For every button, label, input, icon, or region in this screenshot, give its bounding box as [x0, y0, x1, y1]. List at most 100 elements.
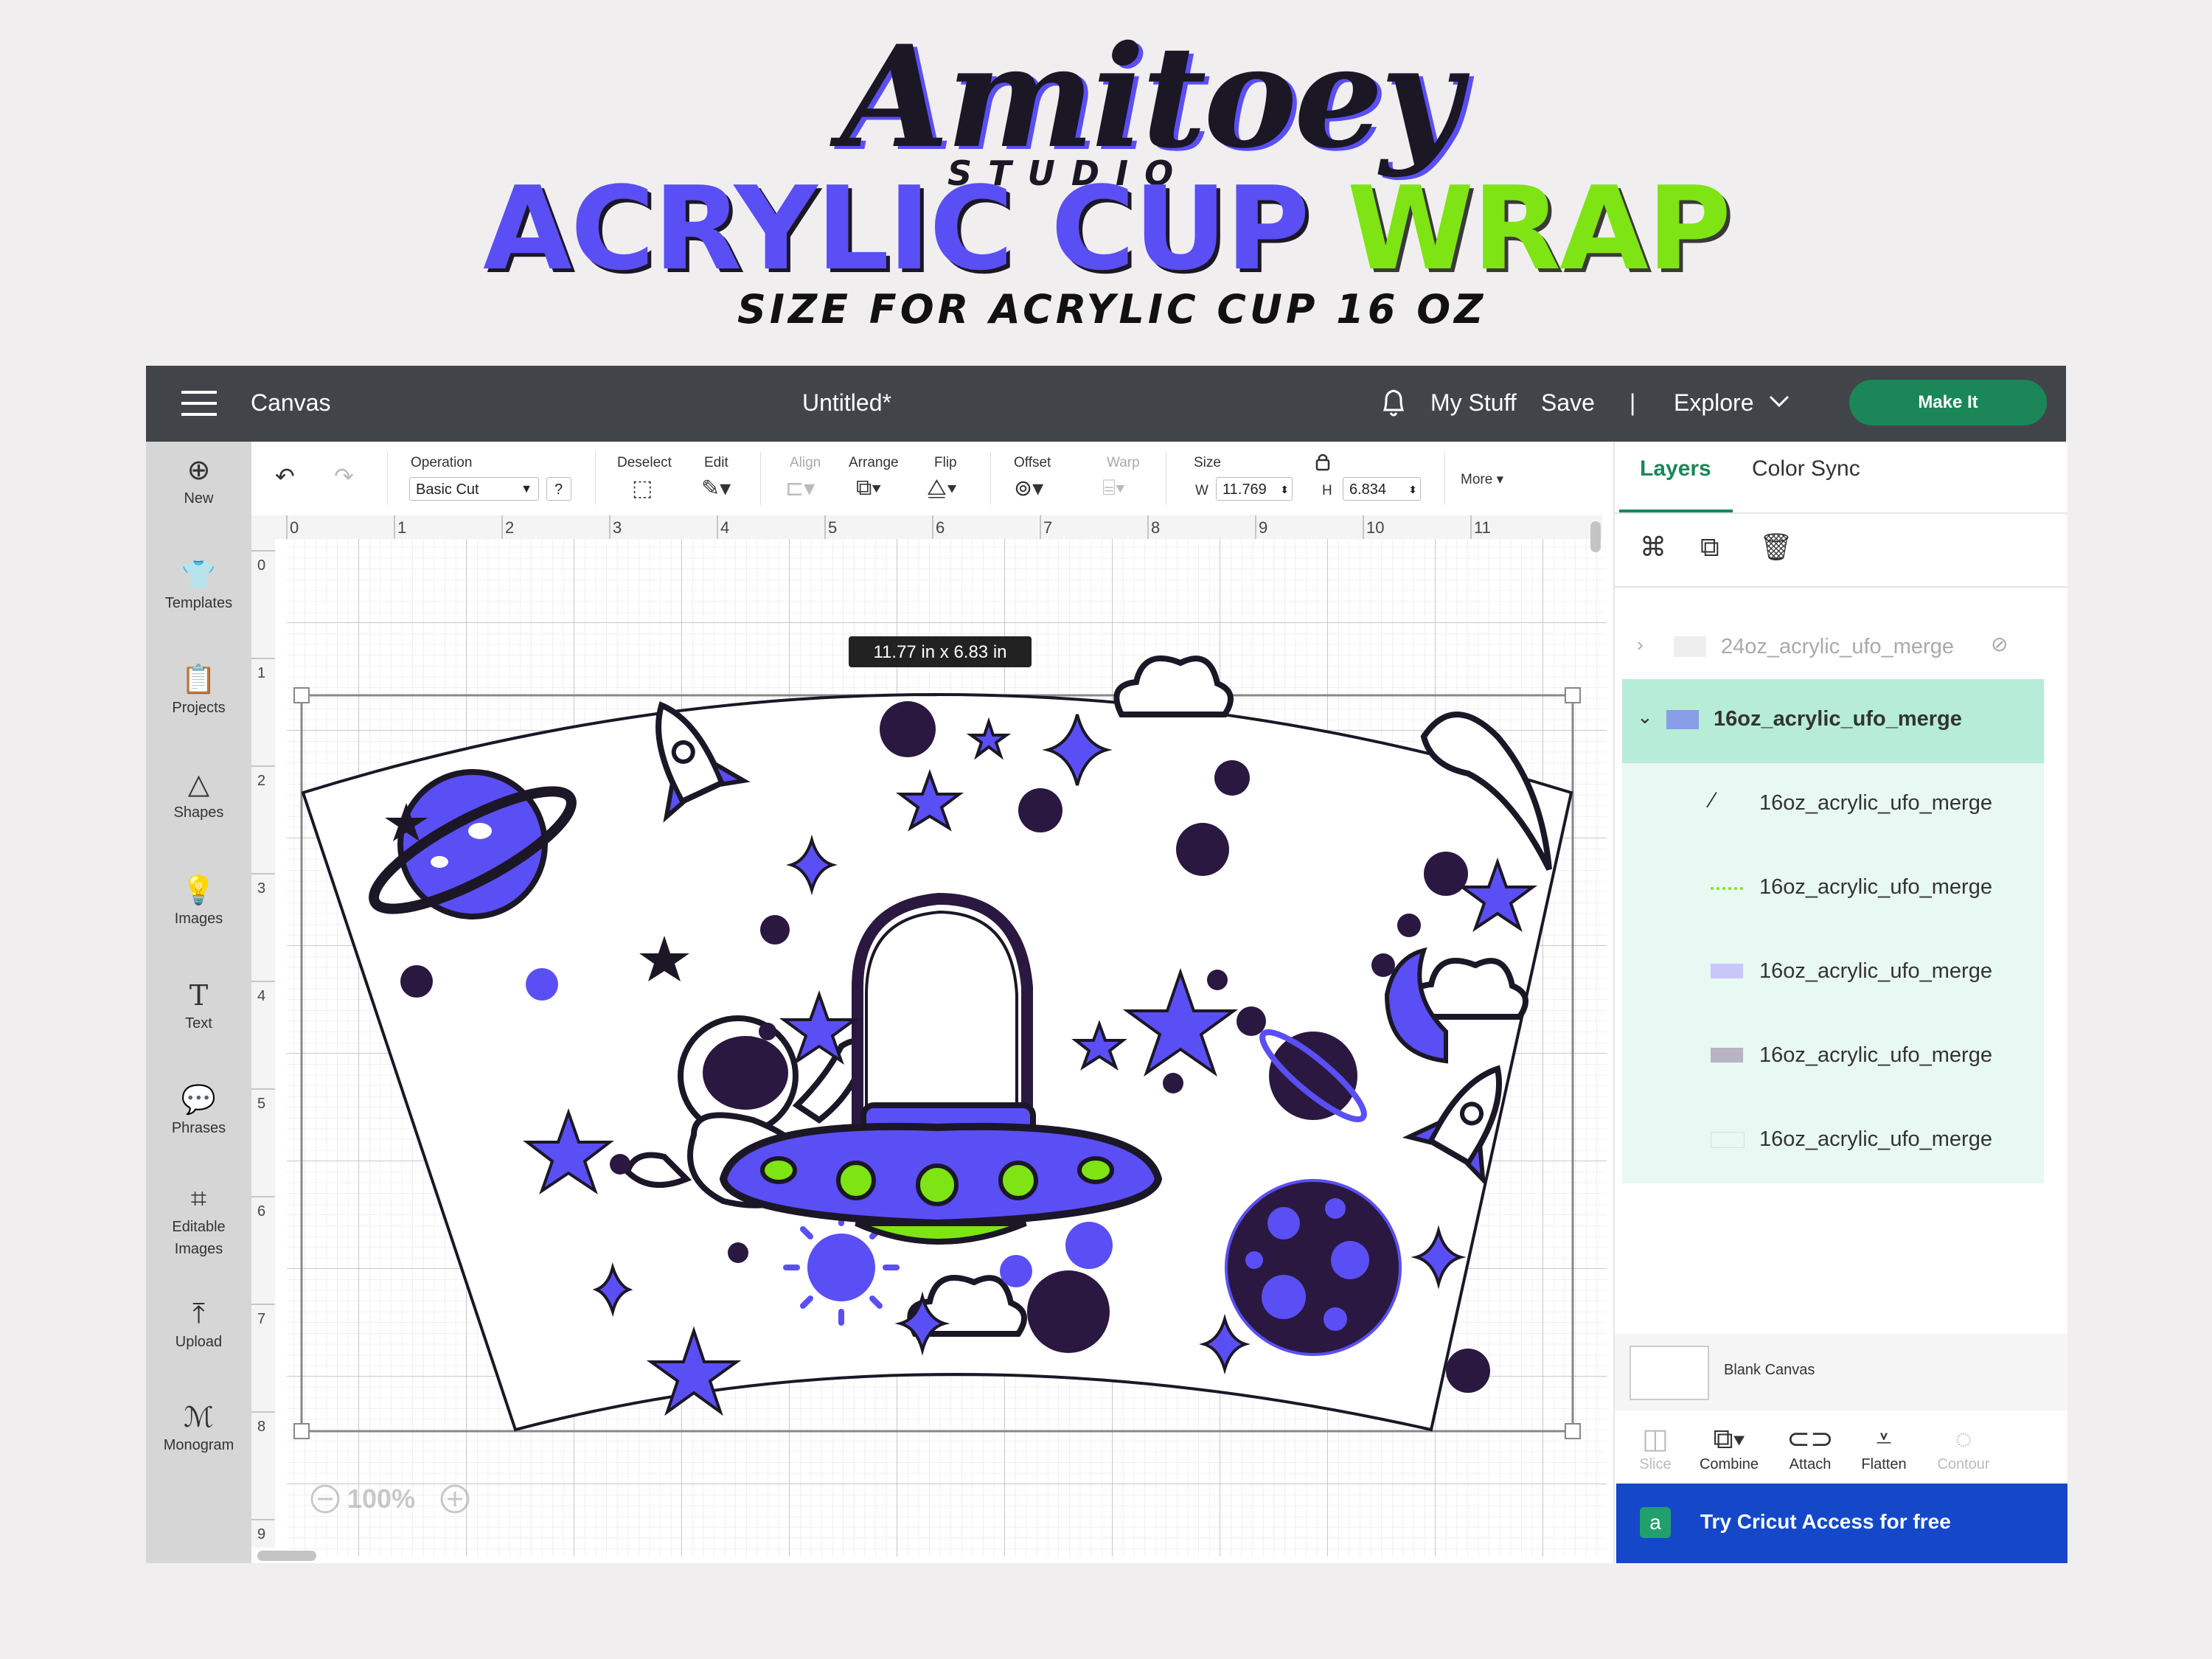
design-space-window: Canvas Untitled* My Stuff Save | Explore… [146, 366, 2067, 1563]
undo-icon[interactable]: ↶ [275, 462, 295, 490]
flatten-icon: ⩡ [1876, 1424, 1892, 1455]
combine-icon: ⧉▾ [1713, 1424, 1745, 1455]
layer-thumbnail [1674, 636, 1706, 657]
cricut-access-banner[interactable]: a Try Cricut Access for free [1616, 1484, 2067, 1563]
nav-editable-images[interactable]: ⌗ Editable Images [146, 1182, 251, 1260]
layer-name: 16oz_acrylic_ufo_merge [1759, 875, 1992, 899]
arrange-label: Arrange [849, 455, 899, 470]
nav-label: Templates [164, 595, 233, 611]
pencil-icon[interactable]: ✎▾ [701, 476, 731, 501]
hamburger-icon[interactable] [181, 391, 217, 416]
layer-child[interactable]: 16oz_acrylic_ufo_merge [1622, 847, 2035, 931]
top-bar: Canvas Untitled* My Stuff Save | Explore… [146, 366, 2066, 442]
cricut-access-cta: Try Cricut Access for free [1700, 1510, 1951, 1533]
upload-icon: ⤒ [192, 1298, 205, 1329]
tab-color-sync[interactable]: Color Sync [1752, 456, 1860, 481]
operation-select[interactable]: Basic Cut ▼ [409, 477, 539, 501]
layer-thumbnail [1666, 710, 1699, 729]
nav-shapes[interactable]: △ Shapes [146, 768, 251, 824]
nav-new[interactable]: ⊕ New [146, 453, 251, 509]
warp-icon[interactable]: ⌸▾ [1102, 476, 1125, 501]
height-label: H [1322, 483, 1332, 498]
flatten-button[interactable]: ⩡ Flatten [1843, 1422, 1924, 1473]
flip-icon[interactable]: ⧋▾ [927, 476, 957, 501]
resize-handle[interactable] [1565, 687, 1581, 703]
help-button[interactable]: ? [546, 477, 571, 501]
save-button[interactable]: Save [1541, 389, 1595, 417]
ruler-x-label: 2 [505, 518, 514, 537]
toolbar-divider [760, 452, 761, 505]
ruler-y-label: 2 [257, 773, 265, 789]
operation-value: Basic Cut [416, 481, 479, 498]
chevron-down-icon[interactable]: ⌄ [1637, 706, 1653, 728]
layer-hidden[interactable]: › 24oz_acrylic_ufo_merge ⊘ [1622, 607, 2035, 691]
width-input[interactable]: 11.769 ⬍ [1216, 477, 1293, 501]
height-input[interactable]: 6.834 ⬍ [1343, 477, 1421, 501]
blank-canvas-row[interactable]: Blank Canvas [1615, 1334, 2067, 1411]
slice-button[interactable]: ◫ Slice [1615, 1422, 1696, 1473]
design-canvas[interactable]: 0 1 2 3 4 5 6 7 8 9 10 11 0123456789 11.… [251, 515, 1613, 1563]
ribbon-label: Slice [1639, 1456, 1672, 1472]
hidden-eye-icon[interactable]: ⊘ [1991, 632, 2008, 656]
layer-group[interactable]: ⌄ 16oz_acrylic_ufo_merge [1622, 679, 2044, 763]
nav-text[interactable]: T Text [146, 978, 251, 1034]
tab-layers[interactable]: Layers [1640, 456, 1711, 481]
bell-icon[interactable] [1379, 386, 1408, 422]
node-edit-icon: ⌗ [190, 1183, 207, 1214]
deselect-icon[interactable]: ⬚ [632, 476, 653, 501]
document-title[interactable]: Untitled* [802, 389, 891, 417]
lock-icon[interactable] [1315, 452, 1331, 475]
stepper-icon: ⬍ [1408, 484, 1417, 495]
more-menu[interactable]: More ▾ [1461, 471, 1503, 488]
cricut-access-icon: a [1640, 1507, 1671, 1538]
chevron-right-icon[interactable]: › [1637, 633, 1644, 656]
shirt-icon: 👕 [181, 560, 217, 591]
make-it-button[interactable]: Make It [1849, 380, 2047, 425]
nav-images[interactable]: 💡 Images [146, 874, 251, 930]
my-stuff-link[interactable]: My Stuff [1430, 389, 1517, 417]
nav-upload[interactable]: ⤒ Upload [146, 1297, 251, 1353]
group-icon[interactable]: ⌘ [1640, 532, 1666, 563]
monogram-icon: ℳ [184, 1401, 214, 1433]
divider [1615, 512, 2067, 514]
resize-handle[interactable] [293, 687, 310, 703]
vertical-scrollbar[interactable] [1590, 521, 1601, 552]
resize-handle[interactable] [1565, 1423, 1581, 1439]
sun [807, 1234, 875, 1301]
duplicate-icon[interactable]: ⧉ [1700, 532, 1719, 563]
contour-button[interactable]: ◌ Contour [1923, 1422, 2004, 1473]
offset-icon[interactable]: ⊚▾ [1014, 476, 1043, 501]
nav-monogram[interactable]: ℳ Monogram [146, 1400, 251, 1456]
ruler-y-label: 0 [257, 557, 265, 574]
nav-label: Projects [172, 700, 226, 716]
layer-child[interactable]: 16oz_acrylic_ufo_merge [1622, 931, 2035, 1015]
redo-icon[interactable]: ↷ [334, 462, 354, 490]
trash-icon[interactable]: 🗑 [1759, 532, 1793, 563]
combine-button[interactable]: ⧉▾ Combine [1688, 1422, 1770, 1473]
toolbar-divider [595, 452, 596, 505]
attach-button[interactable]: ⊂⊃ Attach [1770, 1422, 1851, 1473]
height-value: 6.834 [1349, 481, 1387, 498]
resize-handle[interactable] [293, 1423, 310, 1439]
align-icon[interactable]: ⊏▾ [785, 476, 815, 501]
layer-child[interactable]: ⁄ 16oz_acrylic_ufo_merge [1622, 763, 2035, 847]
canvas-grid-svg[interactable]: 0 1 2 3 4 5 6 7 8 9 10 11 0123456789 11.… [251, 515, 1613, 1563]
clipboard-icon: 📋 [181, 664, 217, 695]
horizontal-scrollbar[interactable] [257, 1551, 316, 1561]
blank-canvas-swatch[interactable] [1630, 1346, 1709, 1400]
zoom-level: 100% [347, 1484, 415, 1514]
ruler-y-label: 6 [257, 1203, 265, 1220]
layer-child[interactable]: 16oz_acrylic_ufo_merge [1622, 1015, 2035, 1099]
layer-child[interactable]: 16oz_acrylic_ufo_merge [1622, 1099, 2035, 1183]
nav-projects[interactable]: 📋 Projects [146, 663, 251, 719]
chevron-down-icon[interactable] [1768, 392, 1790, 414]
ribbon-label: Contour [1937, 1456, 1990, 1472]
paperclip-icon: ⊂⊃ [1787, 1424, 1834, 1455]
nav-label: Monogram [163, 1437, 234, 1453]
nav-templates[interactable]: 👕 Templates [146, 558, 251, 614]
arrange-icon[interactable]: ⧉▾ [856, 476, 881, 501]
explore-menu[interactable]: Explore [1674, 389, 1754, 417]
layer-thumbnail [1711, 1132, 1745, 1148]
nav-phrases[interactable]: 💬 Phrases [146, 1083, 251, 1139]
headline: ACRYLIC CUP WRAP [483, 171, 1731, 286]
